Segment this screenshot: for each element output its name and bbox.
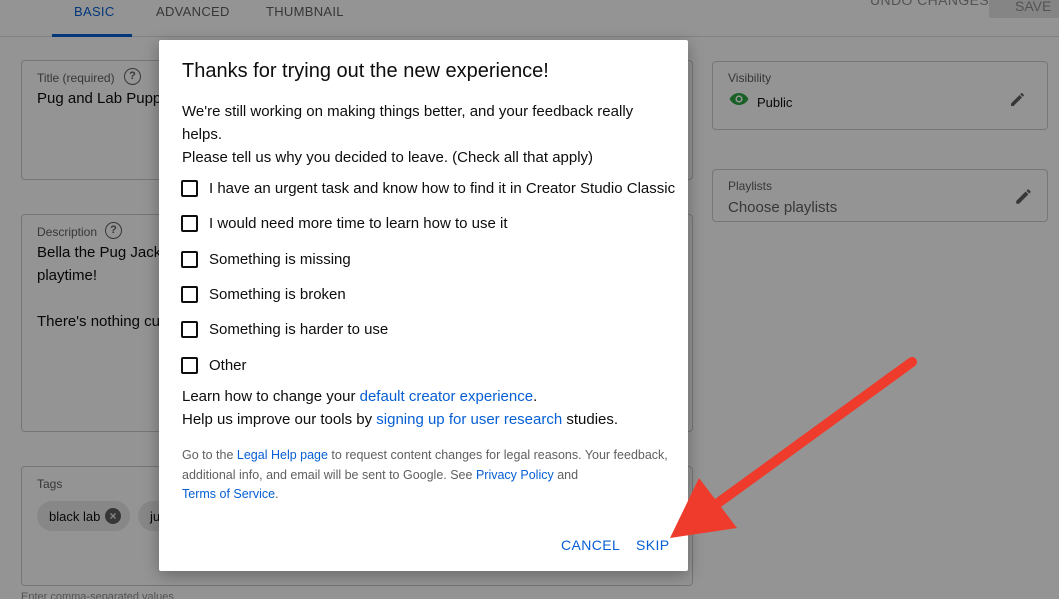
legal-help-page-link[interactable]: Legal Help page — [237, 448, 328, 462]
dialog-intro: We're still working on making things bet… — [182, 100, 672, 169]
dialog-title: Thanks for trying out the new experience… — [182, 60, 549, 82]
research-text: Help us improve our tools by — [182, 411, 377, 428]
checkbox[interactable] — [181, 320, 198, 338]
terms-of-service-link[interactable]: Terms of Service — [182, 487, 275, 501]
option-something-broken[interactable]: Something is broken — [181, 283, 346, 305]
option-something-missing[interactable]: Something is missing — [181, 248, 351, 270]
learn-text: Learn how to change your — [182, 388, 360, 405]
option-need-more-time[interactable]: I would need more time to learn how to u… — [181, 212, 508, 234]
research-line: Help us improve our tools by signing up … — [182, 411, 618, 428]
option-label: Something is harder to use — [209, 320, 389, 338]
checkbox[interactable] — [181, 356, 198, 374]
checkbox[interactable] — [181, 250, 198, 268]
legal-notice: Go to the Legal Help page to request con… — [182, 446, 672, 505]
option-label: I would need more time to learn how to u… — [209, 214, 508, 232]
option-label: Something is broken — [209, 285, 346, 303]
legal-text: Go to the — [182, 448, 237, 462]
cancel-button[interactable]: CANCEL — [561, 537, 620, 553]
legal-text: and — [553, 467, 579, 482]
intro-line: We're still working on making things bet… — [182, 103, 634, 143]
legal-text: . — [275, 487, 279, 501]
option-label: Something is missing — [209, 250, 351, 268]
default-creator-experience-link[interactable]: default creator experience — [360, 388, 533, 405]
learn-line: Learn how to change your default creator… — [182, 388, 537, 405]
option-label: Other — [209, 356, 247, 374]
privacy-policy-link[interactable]: Privacy Policy — [476, 468, 554, 482]
user-research-signup-link[interactable]: signing up for user research — [376, 411, 562, 428]
intro-line: Please tell us why you decided to leave.… — [182, 149, 594, 166]
option-urgent-task[interactable]: I have an urgent task and know how to fi… — [181, 177, 675, 199]
learn-text: . — [533, 388, 538, 405]
checkbox[interactable] — [181, 214, 198, 232]
research-text: studies. — [562, 411, 619, 428]
skip-button[interactable]: SKIP — [636, 537, 670, 553]
option-label: I have an urgent task and know how to fi… — [209, 179, 676, 197]
option-other[interactable]: Other — [181, 354, 247, 376]
checkbox[interactable] — [181, 179, 198, 197]
checkbox[interactable] — [181, 285, 198, 303]
option-harder-to-use[interactable]: Something is harder to use — [181, 318, 388, 340]
leave-feedback-dialog: Thanks for trying out the new experience… — [159, 40, 688, 571]
